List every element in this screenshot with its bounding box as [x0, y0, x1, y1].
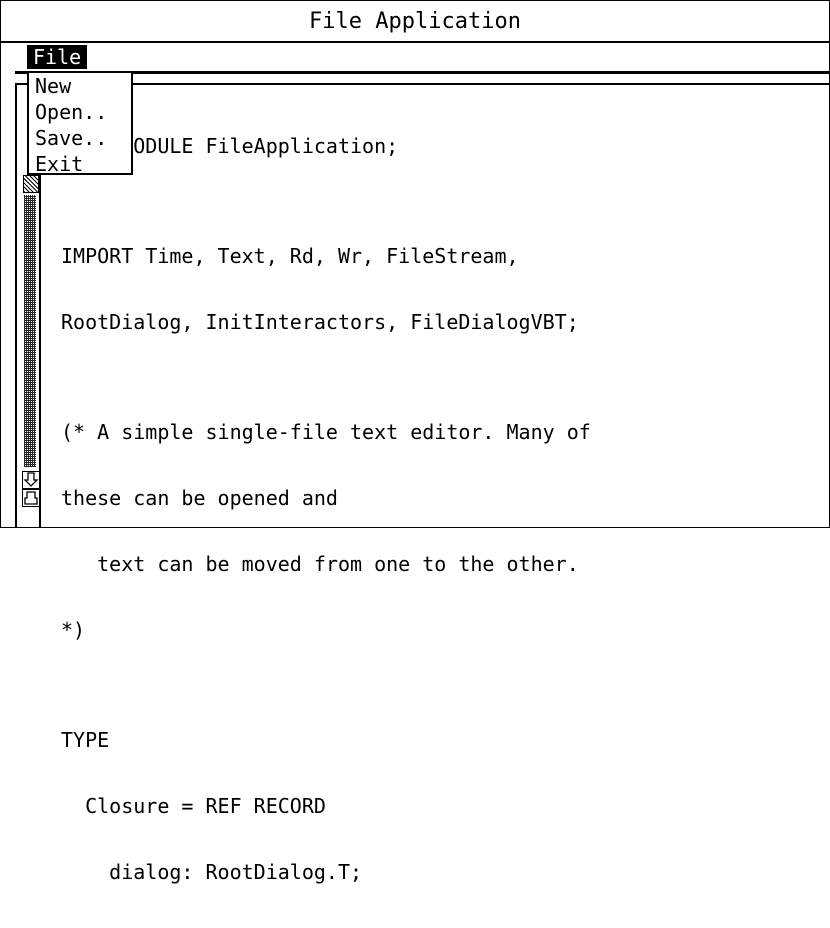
- editor-text[interactable]: SAFE MODULE FileApplication; IMPORT Time…: [61, 91, 821, 927]
- code-line: SAFE MODULE FileApplication;: [61, 134, 399, 158]
- title-bar[interactable]: File Application: [1, 1, 829, 43]
- menu-item-save[interactable]: Save..: [35, 125, 131, 151]
- code-line: TYPE: [61, 728, 110, 752]
- code-line: these can be opened and: [61, 486, 338, 510]
- scroll-track[interactable]: [24, 195, 36, 467]
- file-menu-button[interactable]: File: [27, 45, 88, 69]
- arrow-down-icon: [23, 472, 39, 487]
- code-line: IMPORT Time, Text, Rd, Wr, FileStream,: [61, 244, 519, 268]
- code-line: Closure = REF RECORD: [61, 794, 326, 818]
- window-title: File Application: [309, 8, 521, 34]
- menu-bar: File: [15, 45, 829, 74]
- menu-item-new[interactable]: New: [35, 73, 131, 99]
- scroll-end-icon: [24, 491, 38, 505]
- code-line: dialog: RootDialog.T;: [61, 860, 363, 884]
- scroll-thumb[interactable]: [23, 175, 39, 193]
- scroll-end-button[interactable]: [22, 489, 40, 507]
- menu-item-exit[interactable]: Exit: [35, 151, 131, 177]
- code-line: *): [61, 618, 86, 642]
- menu-item-open[interactable]: Open..: [35, 99, 131, 125]
- code-line: (* A simple single-file text editor. Man…: [61, 420, 591, 444]
- code-line: RootDialog, InitInteractors, FileDialogV…: [61, 310, 579, 334]
- code-line: text can be moved from one to the other.: [61, 552, 579, 576]
- file-dropdown-menu: New Open.. Save.. Exit: [27, 71, 133, 177]
- scroll-down-button[interactable]: [22, 471, 40, 489]
- application-window: File Application File SAFE MODULE FileAp…: [0, 0, 830, 883]
